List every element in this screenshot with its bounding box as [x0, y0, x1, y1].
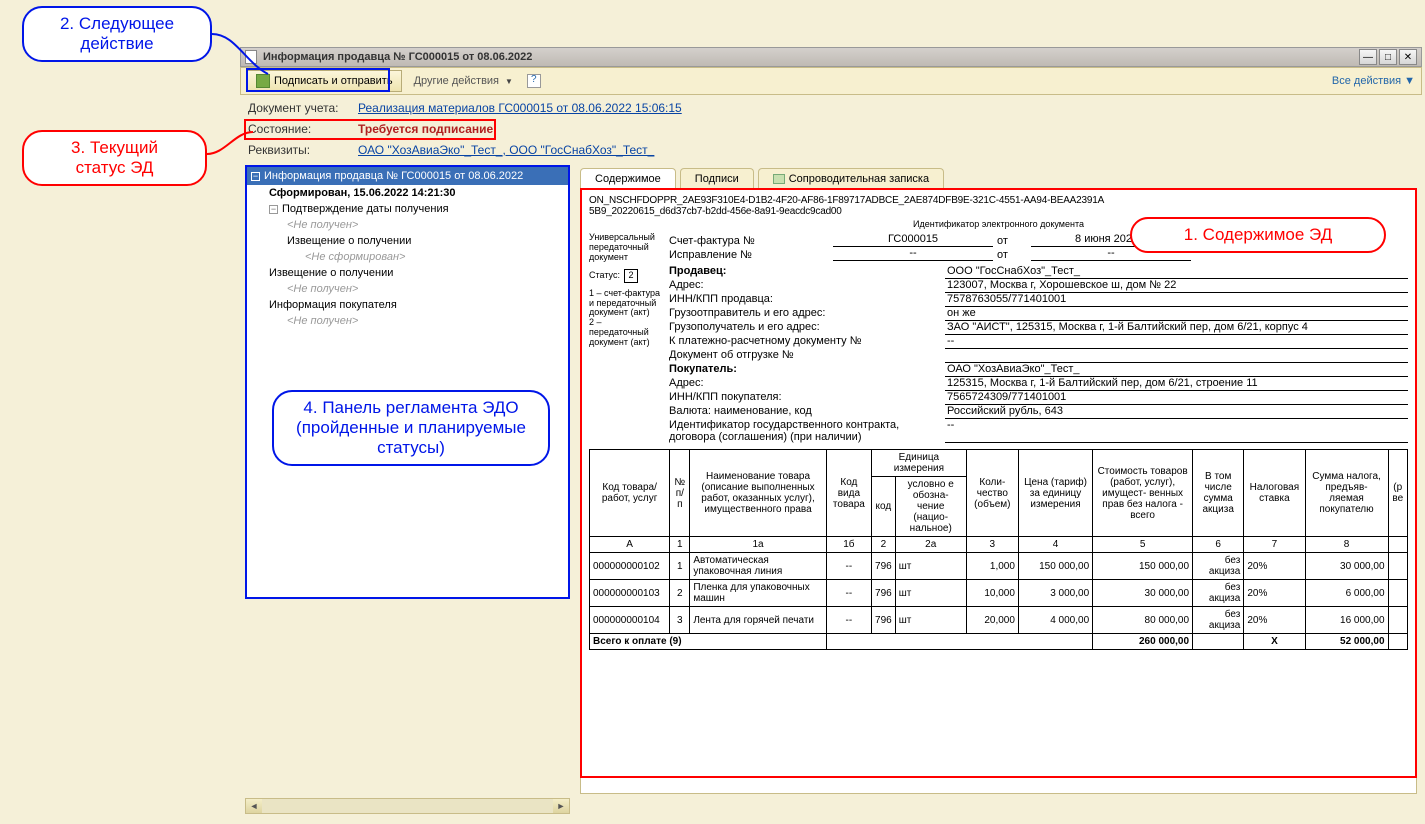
doc-fields: Счет-фактура № ГС000015 от 8 июня 2022 г…: [669, 233, 1408, 443]
help-icon: [527, 74, 541, 88]
field-row: ИНН/КПП продавца:7578763055/771401001: [669, 293, 1408, 307]
help-button[interactable]: [521, 70, 547, 92]
callout-4: 4. Панель регламента ЭДО (пройденные и п…: [272, 390, 550, 466]
collapse-icon[interactable]: −: [251, 172, 260, 181]
callout-2: 2. Следующее действие: [22, 6, 212, 62]
state-label: Состояние:: [248, 122, 348, 136]
sf-no: ГС000015: [833, 233, 993, 247]
info-row-doc: Документ учета: Реализация материалов ГС…: [248, 101, 682, 115]
req-link[interactable]: ОАО "ХозАвиаЭко"_Тест_, ООО "ГосСнабХоз"…: [358, 143, 654, 157]
chevron-down-icon: ▼: [505, 77, 513, 86]
field-row: Документ об отгрузке №: [669, 349, 1408, 363]
tree-item[interactable]: Извещение о получении: [247, 265, 568, 281]
tree-header-label: Информация продавца № ГС000015 от 08.06.…: [264, 170, 523, 182]
toolbar: Подписать и отправить Другие действия ▼ …: [240, 67, 1422, 95]
tab-signatures[interactable]: Подписи: [680, 168, 754, 188]
app-window: 2. Следующее действие 3. Текущий статус …: [0, 0, 1425, 824]
all-actions-label: Все действия: [1332, 75, 1401, 87]
tree-header[interactable]: − Информация продавца № ГС000015 от 08.0…: [247, 167, 568, 185]
scroll-right-icon[interactable]: ►: [553, 799, 569, 813]
close-button[interactable]: ✕: [1399, 49, 1417, 65]
info-row-state: Состояние: Требуется подписание: [248, 122, 493, 136]
doc-link[interactable]: Реализация материалов ГС000015 от 08.06.…: [358, 101, 682, 115]
doc-label: Документ учета:: [248, 101, 348, 115]
sign-and-send-label: Подписать и отправить: [274, 75, 393, 87]
sf-label: Счет-фактура №: [669, 235, 829, 247]
file-id: ON_NSCHFDOPPR_2AE93F310E4-D1B2-4F20-AF86…: [589, 195, 1408, 217]
titlebar: Информация продавца № ГС000015 от 08.06.…: [240, 47, 1422, 67]
fix-label: Исправление №: [669, 249, 829, 261]
tree-item[interactable]: <Не сформирован>: [247, 249, 568, 265]
field-row: ИНН/КПП покупателя:7565724309/771401001: [669, 391, 1408, 405]
fix-no: --: [833, 247, 993, 261]
table-row: 0000000001021Автоматическая упаковочная …: [590, 553, 1408, 580]
tree-item[interactable]: −Подтверждение даты получения: [247, 201, 568, 217]
left-status-col: Универсальный передаточный документ Стат…: [589, 233, 661, 443]
collapse-icon[interactable]: −: [269, 205, 278, 214]
tree-item[interactable]: <Не получен>: [247, 281, 568, 297]
tree-h-scrollbar[interactable]: ◄ ►: [245, 798, 570, 814]
field-row: Идентификатор государственного контракта…: [669, 419, 1408, 443]
all-actions-button[interactable]: Все действия ▼: [1332, 75, 1415, 87]
tree-item[interactable]: <Не получен>: [247, 313, 568, 329]
tree-item[interactable]: <Не получен>: [247, 217, 568, 233]
window-title: Информация продавца № ГС000015 от 08.06.…: [263, 51, 1357, 63]
sign-and-send-button[interactable]: Подписать и отправить: [247, 70, 402, 92]
tab-cover-note[interactable]: Сопроводительная записка: [758, 168, 944, 188]
state-value: Требуется подписание: [358, 122, 493, 136]
fix-date-label: от: [997, 249, 1027, 261]
req-label: Реквизиты:: [248, 143, 348, 157]
tabs: Содержимое Подписи Сопроводительная запи…: [580, 165, 1417, 188]
note-icon: [773, 174, 785, 184]
field-row: Валюта: наименование, кодРоссийский рубл…: [669, 405, 1408, 419]
info-row-req: Реквизиты: ОАО "ХозАвиаЭко"_Тест_, ООО "…: [248, 143, 654, 157]
field-row: Грузополучатель и его адрес:ЗАО "АИСТ", …: [669, 321, 1408, 335]
tab-content[interactable]: Содержимое: [580, 168, 676, 188]
field-row: Покупатель:ОАО "ХозАвиаЭко"_Тест_: [669, 363, 1408, 377]
table-row: 0000000001043Лента для горячей печати--7…: [590, 607, 1408, 634]
maximize-button[interactable]: □: [1379, 49, 1397, 65]
other-actions-label: Другие действия: [414, 75, 499, 87]
tree-item-formed[interactable]: Сформирован, 15.06.2022 14:21:30: [247, 185, 568, 201]
other-actions-button[interactable]: Другие действия ▼: [408, 70, 519, 92]
chevron-down-icon: ▼: [1404, 75, 1415, 87]
content-pane[interactable]: ON_NSCHFDOPPR_2AE93F310E4-D1B2-4F20-AF86…: [580, 188, 1417, 794]
tree-item[interactable]: Информация покупателя: [247, 297, 568, 313]
field-row: Адрес:125315, Москва г, 1-й Балтийский п…: [669, 377, 1408, 391]
callout-3: 3. Текущий статус ЭД: [22, 130, 207, 186]
field-row: К платежно-расчетному документу №--: [669, 335, 1408, 349]
field-row: Грузоотправитель и его адрес:он же: [669, 307, 1408, 321]
field-row: Продавец:ООО "ГосСнабХоз"_Тест_: [669, 265, 1408, 279]
minimize-button[interactable]: —: [1359, 49, 1377, 65]
tree-item[interactable]: Извещение о получении: [247, 233, 568, 249]
callout-1: 1. Содержимое ЭД: [1130, 217, 1386, 253]
sf-date-label: от: [997, 235, 1027, 247]
table-row: 0000000001032Пленка для упаковочных маши…: [590, 580, 1408, 607]
scroll-track[interactable]: [262, 799, 553, 813]
scroll-left-icon[interactable]: ◄: [246, 799, 262, 813]
items-table: Код товара/ работ, услуг № п/п Наименова…: [589, 449, 1408, 650]
workflow-tree: − Информация продавца № ГС000015 от 08.0…: [245, 165, 570, 599]
field-row: Адрес:123007, Москва г, Хорошевское ш, д…: [669, 279, 1408, 293]
